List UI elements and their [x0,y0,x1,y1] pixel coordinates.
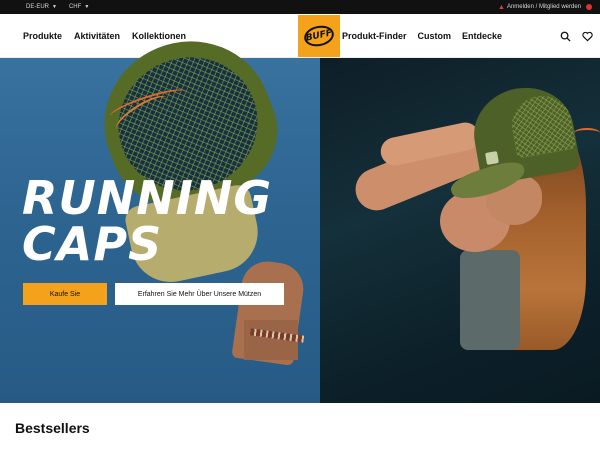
nav-item-entdecke[interactable]: Entdecke [462,31,502,41]
hero-title-line1: RUNNING [22,171,273,225]
account-link[interactable]: ▲ Anmelden / Mitglied werden [498,0,592,14]
tank-top-illustration [460,250,520,350]
nav-item-produkte[interactable]: Produkte [23,31,62,41]
cap-logo-badge [485,151,499,165]
section-title-bestsellers: Bestsellers [15,420,90,436]
search-icon[interactable] [558,29,572,43]
nav-icons [550,14,594,58]
nav-item-produkt-finder[interactable]: Produkt-Finder [342,31,407,41]
main-navigation: Produkte Aktivitäten Kollektionen BUFF P… [0,14,600,58]
region-label: DE-EUR [26,4,50,10]
learn-more-button[interactable]: Erfahren Sie Mehr Über Unsere Mützen [115,283,284,305]
cap-cord [574,128,600,138]
wishlist-heart-icon[interactable] [580,29,594,43]
region-selector[interactable]: DE-EUR ▼ [26,4,57,10]
top-utility-bar: DE-EUR ▼ CHF ▼ ▲ Anmelden / Mitglied wer… [0,0,600,14]
hero-title-line2: CAPS [22,217,163,271]
user-icon: ▲ [498,3,505,11]
chevron-down-icon: ▼ [84,4,90,10]
nav-item-custom[interactable]: Custom [417,31,451,41]
account-link-label: Anmelden / Mitglied werden [506,4,581,10]
currency-selector[interactable]: CHF ▼ [69,4,89,10]
nav-right: Produkt-Finder Custom Entdecke [331,14,502,58]
logo-wordmark: BUFF [305,28,333,44]
shop-now-button[interactable]: Kaufe Sie [23,283,107,305]
hero-title: RUNNING CAPS [22,175,272,267]
nav-item-kollektionen[interactable]: Kollektionen [132,31,186,41]
nav-item-aktivitaeten[interactable]: Aktivitäten [74,31,120,41]
page: DE-EUR ▼ CHF ▼ ▲ Anmelden / Mitglied wer… [0,0,600,450]
chevron-down-icon: ▼ [52,4,57,10]
currency-label: CHF [68,4,82,10]
country-flag-icon[interactable] [586,4,592,10]
